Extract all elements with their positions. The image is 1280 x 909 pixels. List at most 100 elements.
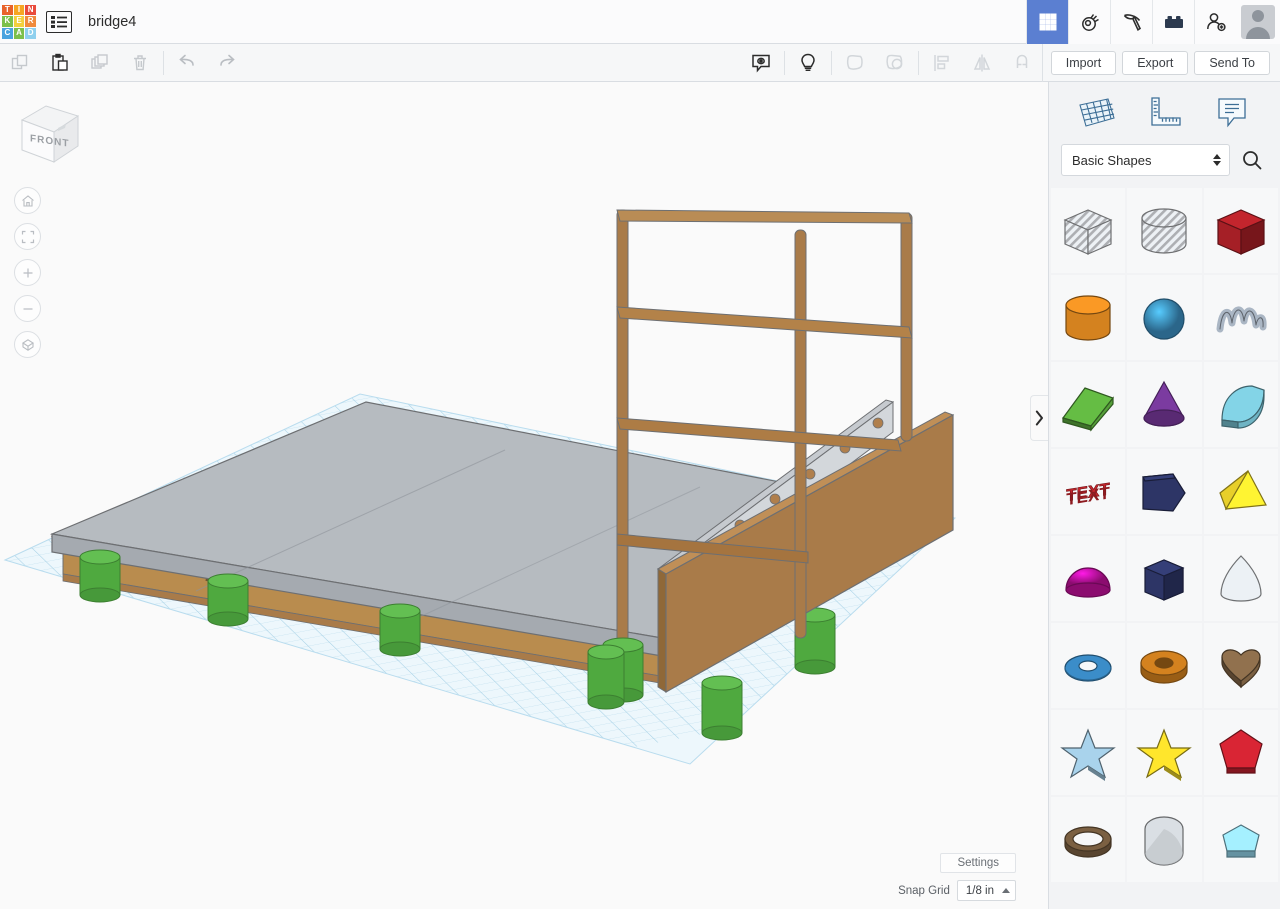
document-title[interactable]: bridge4: [88, 14, 136, 30]
logo-tile-i-1: I: [13, 4, 25, 16]
list-icon: [51, 15, 67, 28]
view-cube[interactable]: FRONT: [14, 100, 84, 170]
send-to-button[interactable]: Send To: [1194, 50, 1270, 75]
ungroup-button[interactable]: [875, 44, 915, 82]
shape-text[interactable]: TEXT TEXT: [1051, 449, 1126, 534]
fit-to-view-button[interactable]: [14, 223, 41, 250]
text-icon: TEXTTEXT: [1066, 479, 1111, 509]
shape-category-select[interactable]: Basic Shapes: [1061, 144, 1230, 176]
import-button[interactable]: Import: [1050, 50, 1117, 75]
perspective-toggle-button[interactable]: [14, 331, 41, 358]
notes-tool[interactable]: [1208, 91, 1256, 135]
hex-prism-icon: [1143, 558, 1186, 601]
copy-button[interactable]: [0, 44, 40, 82]
align-button[interactable]: [922, 44, 962, 82]
toolbar-divider: [917, 50, 919, 75]
lego-brick-icon[interactable]: [1152, 0, 1194, 44]
main-toolbar: Import Export Send To: [0, 43, 1280, 82]
shape-paraboloid[interactable]: [1203, 536, 1278, 621]
user-avatar[interactable]: [1236, 0, 1280, 44]
spinner-icon: [1213, 154, 1221, 166]
delete-button[interactable]: [120, 44, 160, 82]
shape-star-yellow[interactable]: [1127, 710, 1202, 795]
shape-cylinder-solid[interactable]: [1051, 275, 1126, 360]
toolbar-divider: [783, 50, 785, 75]
panel-collapse-handle[interactable]: [1030, 395, 1048, 441]
shape-hex-prism[interactable]: [1127, 536, 1202, 621]
duplicate-button[interactable]: [80, 44, 120, 82]
toolbar-divider: [830, 50, 832, 75]
shape-rounded-cylinder[interactable]: [1127, 797, 1202, 882]
panel-tool-row: [1049, 82, 1280, 144]
note-button[interactable]: [741, 44, 781, 82]
workplane-tool[interactable]: [1073, 91, 1121, 135]
shape-half-sphere[interactable]: [1051, 536, 1126, 621]
shape-box-hole[interactable]: [1051, 188, 1126, 273]
paraboloid-icon: [1220, 554, 1262, 602]
project-list-icon[interactable]: [46, 10, 72, 33]
star-blue-icon: [1060, 727, 1116, 781]
zoom-in-button[interactable]: [14, 259, 41, 286]
invite-person-icon[interactable]: [1194, 0, 1236, 44]
minecraft-pickaxe-icon[interactable]: [1110, 0, 1152, 44]
polygon-blue-icon: [1222, 823, 1260, 858]
home-view-button[interactable]: [14, 187, 41, 214]
group-button[interactable]: [835, 44, 875, 82]
snap-grid-select[interactable]: 1/8 in: [956, 880, 1016, 901]
editor-canvas[interactable]: FRONT Settings Snap Grid 1/8 in: [0, 82, 1048, 909]
grid-gallery-icon[interactable]: [1026, 0, 1068, 44]
export-button[interactable]: Export: [1122, 50, 1189, 75]
shape-tube-orange[interactable]: [1127, 623, 1202, 708]
caret-up-icon: [1002, 888, 1010, 893]
shape-cylinder-hole[interactable]: [1127, 188, 1202, 273]
shape-arrow-block[interactable]: [1127, 449, 1202, 534]
magnet-button[interactable]: [1002, 44, 1042, 82]
light-button[interactable]: [788, 44, 828, 82]
snap-grid-control: Snap Grid 1/8 in: [898, 880, 1016, 901]
polygon-red-icon: [1219, 728, 1263, 774]
model-viewport[interactable]: [0, 82, 1048, 909]
settings-button[interactable]: Settings: [940, 853, 1016, 873]
shape-ring-brown[interactable]: [1051, 797, 1126, 882]
rounded-cylinder-icon: [1144, 815, 1185, 866]
shape-polygon-red[interactable]: [1203, 710, 1278, 795]
logo-tile-r-5: R: [25, 16, 36, 27]
box-solid-icon: [1216, 208, 1266, 255]
torus-blue-icon: [1064, 653, 1112, 682]
ring-brown-icon: [1064, 825, 1112, 858]
codeblocks-icon[interactable]: [1068, 0, 1110, 44]
shape-grid: TEXT TEXT: [1049, 188, 1280, 882]
mirror-button[interactable]: [962, 44, 1002, 82]
logo-tile-n-2: N: [25, 4, 36, 16]
shape-heart[interactable]: [1203, 623, 1278, 708]
shape-scribble[interactable]: [1203, 275, 1278, 360]
zoom-out-button[interactable]: [14, 295, 41, 322]
chevron-right-icon: [1035, 410, 1043, 426]
pyramid-icon: [1219, 469, 1267, 510]
search-icon: [1243, 151, 1262, 170]
shape-box-solid[interactable]: [1203, 188, 1278, 273]
sphere-icon: [1143, 297, 1186, 340]
shape-polygon-blue[interactable]: [1203, 797, 1278, 882]
shape-roof-round[interactable]: [1203, 362, 1278, 447]
object-tools-group: [741, 44, 1042, 82]
paste-button[interactable]: [40, 44, 80, 82]
redo-button[interactable]: [207, 44, 247, 82]
tinkercad-logo[interactable]: TIN KER CAD: [2, 4, 36, 39]
tube-orange-icon: [1140, 649, 1189, 684]
edit-tools-group: [0, 44, 247, 82]
half-sphere-icon: [1065, 566, 1111, 598]
shape-star-blue[interactable]: [1051, 710, 1126, 795]
shape-cone[interactable]: [1127, 362, 1202, 447]
shape-search-button[interactable]: [1236, 144, 1268, 176]
ruler-tool[interactable]: [1140, 91, 1188, 135]
ruler-icon: [1151, 97, 1182, 126]
app-header: TIN KER CAD bridge4: [0, 0, 1280, 44]
cylinder-hole-icon: [1141, 207, 1188, 254]
shape-sphere[interactable]: [1127, 275, 1202, 360]
shape-pyramid[interactable]: [1203, 449, 1278, 534]
undo-button[interactable]: [167, 44, 207, 82]
shape-torus-blue[interactable]: [1051, 623, 1126, 708]
snap-grid-label: Snap Grid: [898, 884, 950, 897]
shape-wedge[interactable]: [1051, 362, 1126, 447]
